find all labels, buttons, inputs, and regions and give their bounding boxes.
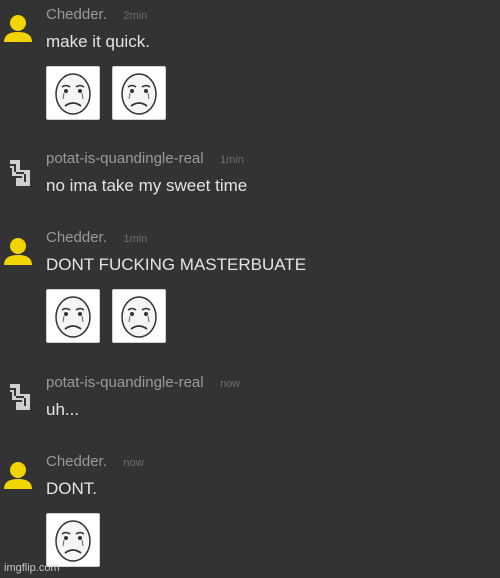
username[interactable]: potat-is-quandingle-real bbox=[46, 374, 204, 391]
pixel-logo-icon[interactable] bbox=[2, 380, 34, 412]
chat-message: Chedder. now DONT. bbox=[0, 451, 500, 575]
message-text: DONT FUCKING MASTERBUATE bbox=[46, 255, 307, 274]
username[interactable]: Chedder. bbox=[46, 453, 107, 470]
chat-message: potat-is-quandingle-real now uh... bbox=[0, 372, 500, 432]
message-text: make it quick. bbox=[46, 32, 150, 51]
timestamp: 1min bbox=[123, 233, 148, 245]
crying-face-emote[interactable] bbox=[46, 513, 100, 567]
emote-row bbox=[46, 289, 178, 343]
username[interactable]: Chedder. bbox=[46, 6, 107, 23]
crying-face-emote[interactable] bbox=[112, 289, 166, 343]
chat-log: Chedder. 2min make it quick. potat-is-qu… bbox=[0, 0, 500, 578]
watermark: imgflip.com bbox=[4, 562, 60, 574]
crying-face-emote[interactable] bbox=[46, 289, 100, 343]
timestamp: now bbox=[220, 378, 241, 390]
chat-message: potat-is-quandingle-real 1min no ima tak… bbox=[0, 148, 500, 208]
emote-row bbox=[46, 513, 112, 567]
emote-row bbox=[46, 66, 178, 120]
crying-face-emote[interactable] bbox=[46, 66, 100, 120]
yellow-user-icon[interactable] bbox=[2, 459, 34, 491]
message-text: DONT. bbox=[46, 479, 97, 498]
timestamp: 2min bbox=[123, 10, 148, 22]
crying-face-emote[interactable] bbox=[112, 66, 166, 120]
pixel-logo-icon[interactable] bbox=[2, 156, 34, 188]
message-text: uh... bbox=[46, 400, 80, 419]
chat-message: Chedder. 1min DONT FUCKING MASTERBUATE bbox=[0, 227, 500, 347]
timestamp: 1min bbox=[220, 154, 244, 166]
chat-message: Chedder. 2min make it quick. bbox=[0, 4, 500, 124]
username[interactable]: potat-is-quandingle-real bbox=[46, 150, 204, 167]
username[interactable]: Chedder. bbox=[46, 229, 107, 246]
message-text: no ima take my sweet time bbox=[46, 176, 248, 195]
yellow-user-icon[interactable] bbox=[2, 12, 34, 44]
yellow-user-icon[interactable] bbox=[2, 235, 34, 267]
timestamp: now bbox=[123, 457, 144, 469]
